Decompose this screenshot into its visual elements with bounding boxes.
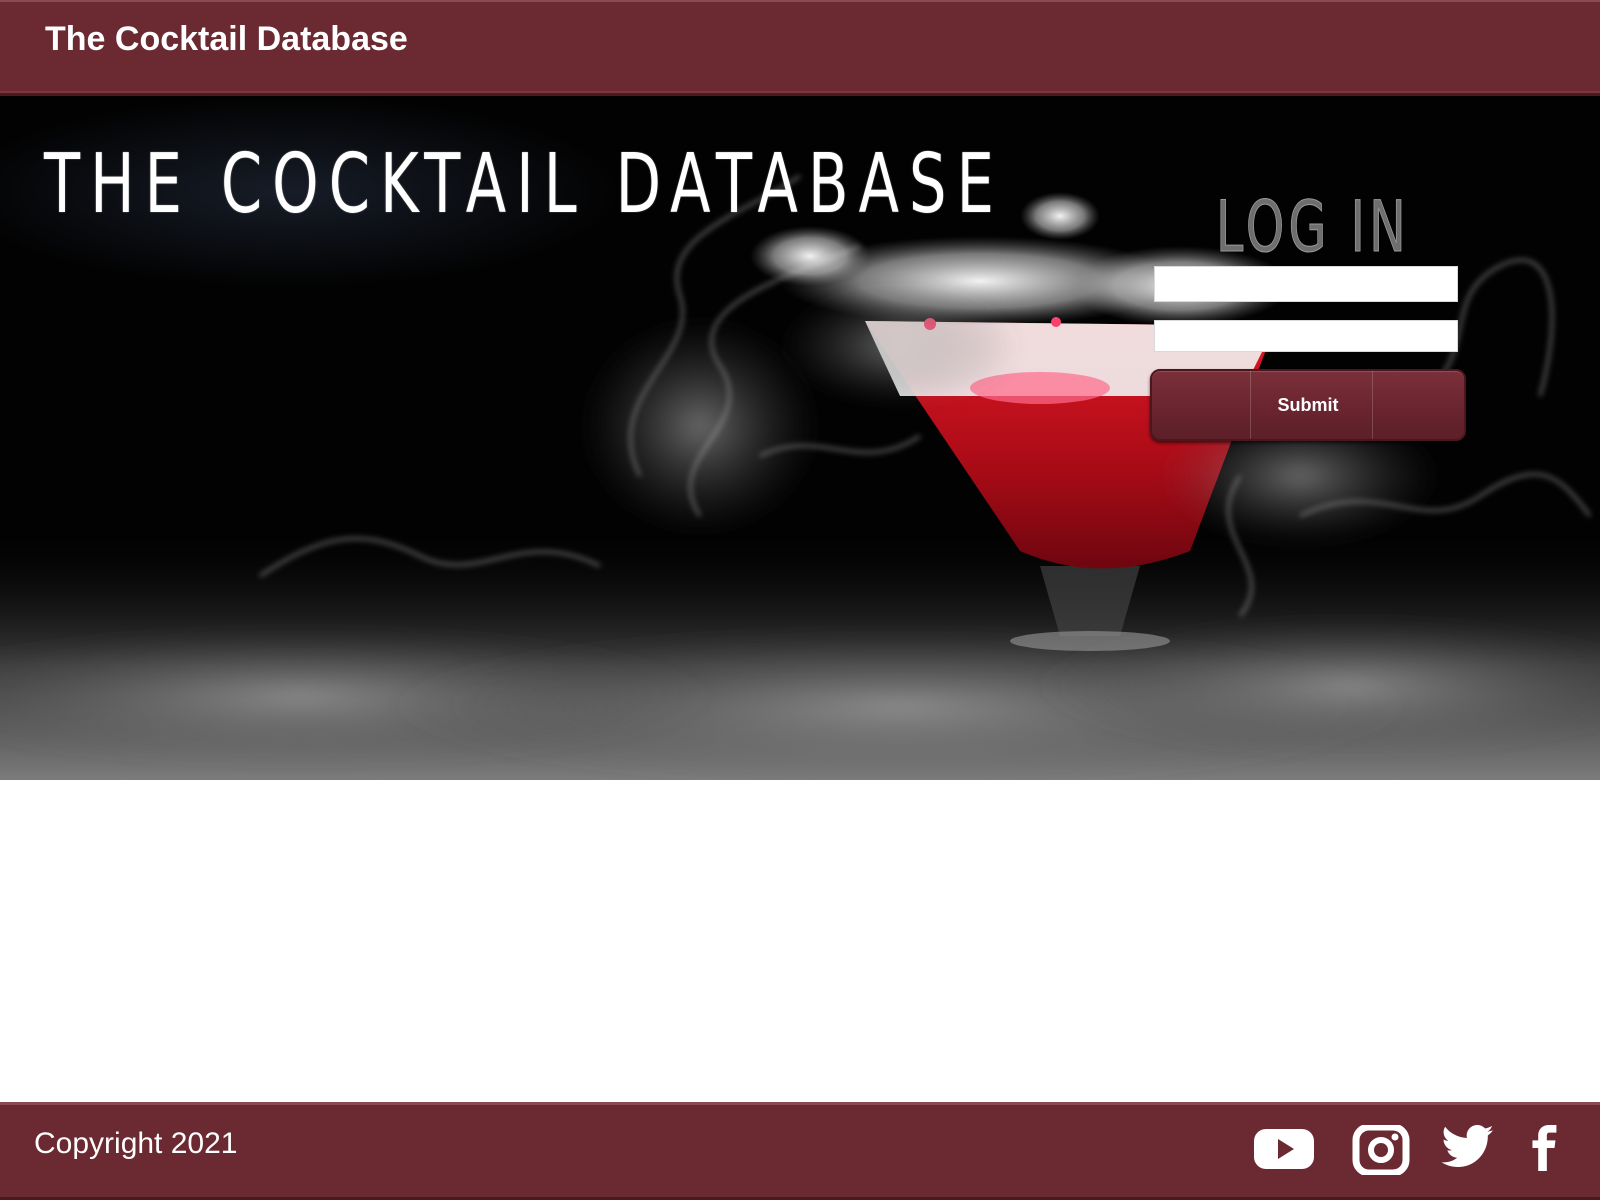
top-bar: The Cocktail Database	[0, 0, 1600, 96]
youtube-icon[interactable]	[1253, 1125, 1315, 1173]
login-heading: LOG IN	[1216, 186, 1410, 268]
facebook-icon[interactable]	[1525, 1125, 1561, 1173]
footer: Copyright 2021	[0, 1102, 1600, 1200]
site-title: The Cocktail Database	[45, 20, 408, 58]
username-input[interactable]	[1154, 266, 1458, 302]
hero-title: THE COCKTAIL DATABASE	[44, 137, 1004, 232]
button-divider	[1250, 371, 1251, 439]
button-divider	[1372, 371, 1373, 439]
submit-button[interactable]: Submit	[1150, 369, 1466, 441]
hero-banner: THE COCKTAIL DATABASE LOG IN Submit	[0, 96, 1600, 780]
submit-label: Submit	[1277, 394, 1339, 415]
instagram-icon[interactable]	[1350, 1125, 1412, 1175]
password-input[interactable]	[1154, 320, 1458, 352]
twitter-icon[interactable]	[1440, 1125, 1496, 1173]
copyright-text: Copyright 2021	[34, 1127, 238, 1160]
